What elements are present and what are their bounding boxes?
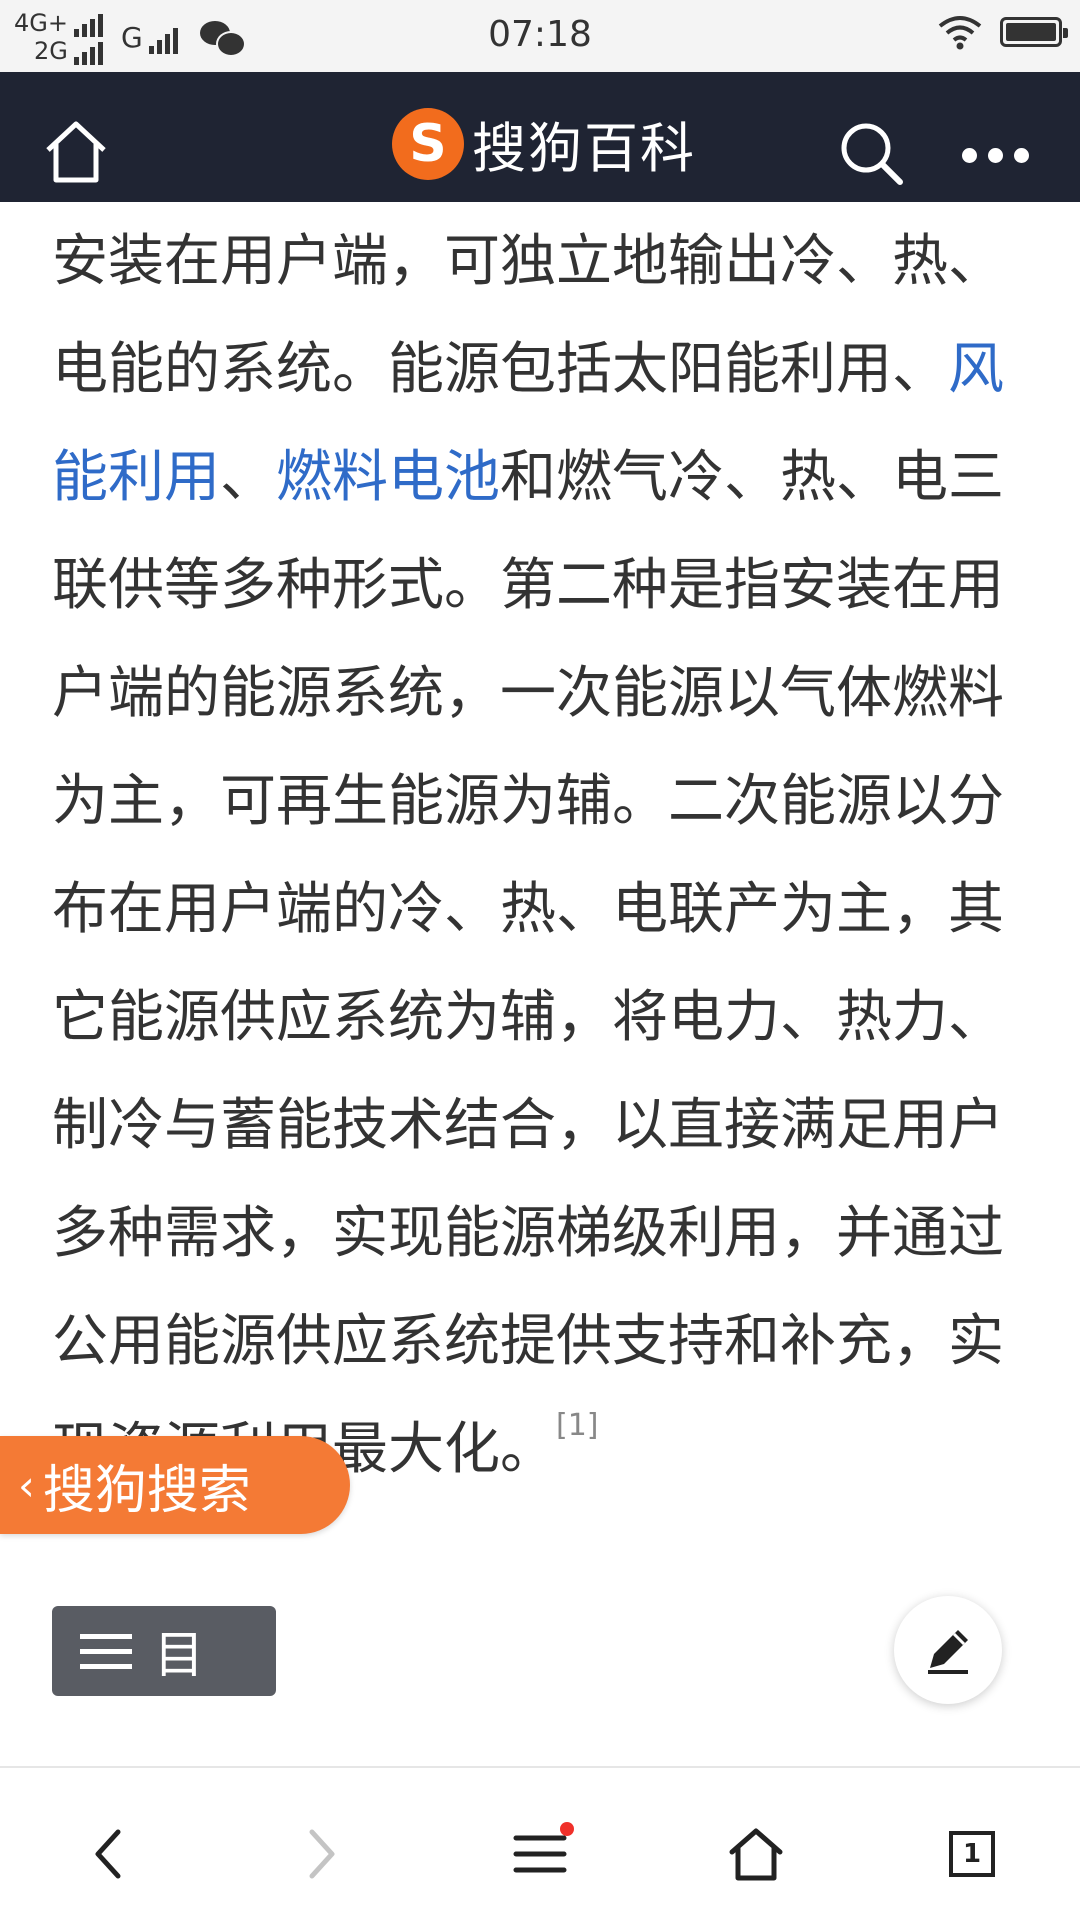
logo-letter: S [409,113,447,174]
edit-button[interactable] [894,1596,1002,1704]
toc-label: 目 [154,1626,204,1684]
tabs-button[interactable]: 1 [936,1818,1008,1890]
forward-icon [309,1829,335,1879]
citation-ref[interactable]: [1] [556,1408,599,1443]
menu-button[interactable] [504,1818,576,1890]
search-icon[interactable] [836,118,908,190]
sogou-search-label: 搜狗搜索 [42,1460,251,1521]
home-icon [729,1828,783,1881]
link-fuel-cell[interactable]: 燃料电池 [276,445,500,510]
notification-dot [560,1822,574,1836]
back-button[interactable] [72,1818,144,1890]
home-nav-button[interactable] [720,1818,792,1890]
sogou-search-button[interactable]: ‹ 搜狗搜索 [0,1436,350,1534]
pencil-icon [928,1630,968,1674]
text-segment: 、 [220,445,276,510]
sogou-logo-icon: S [392,107,464,180]
article-body: 安装在用户端，可独立地输出冷、热、电能的系统。能源包括太阳能利用、风能利用、燃料… [52,208,1012,1504]
brand-logo: S 搜狗百科 [392,104,696,183]
article-paragraph: 安装在用户端，可独立地输出冷、热、电能的系统。能源包括太阳能利用、风能利用、燃料… [52,208,1012,1504]
chevron-left-icon: ‹ [18,1460,35,1510]
clock: 07:18 [488,14,592,55]
forward-button[interactable] [286,1818,358,1890]
wifi-icon [938,16,982,50]
bottom-navigation: 1 [0,1766,1080,1922]
tab-count: 1 [962,1839,982,1869]
tabs-icon: 1 [949,1831,995,1877]
toc-button[interactable]: 目 [52,1606,276,1696]
status-bar: 4G+ 2G G 07:18 [0,0,1080,72]
back-icon [95,1829,121,1879]
menu-icon [513,1835,567,1873]
battery-icon [1000,17,1068,47]
list-icon [80,1633,132,1669]
text-segment: 安装在用户端，可独立地输出冷、热、电能的系统。能源包括太阳能利用、 [52,229,1004,402]
more-icon[interactable] [962,148,1029,163]
app-header: S 搜狗百科 [0,72,1080,202]
brand-name: 搜狗百科 [472,117,696,180]
text-segment: 和燃气冷、热、电三联供等多种形式。第二种是指安装在用户端的能源系统，一次能源以气… [52,445,1004,1482]
home-icon[interactable] [40,116,112,188]
